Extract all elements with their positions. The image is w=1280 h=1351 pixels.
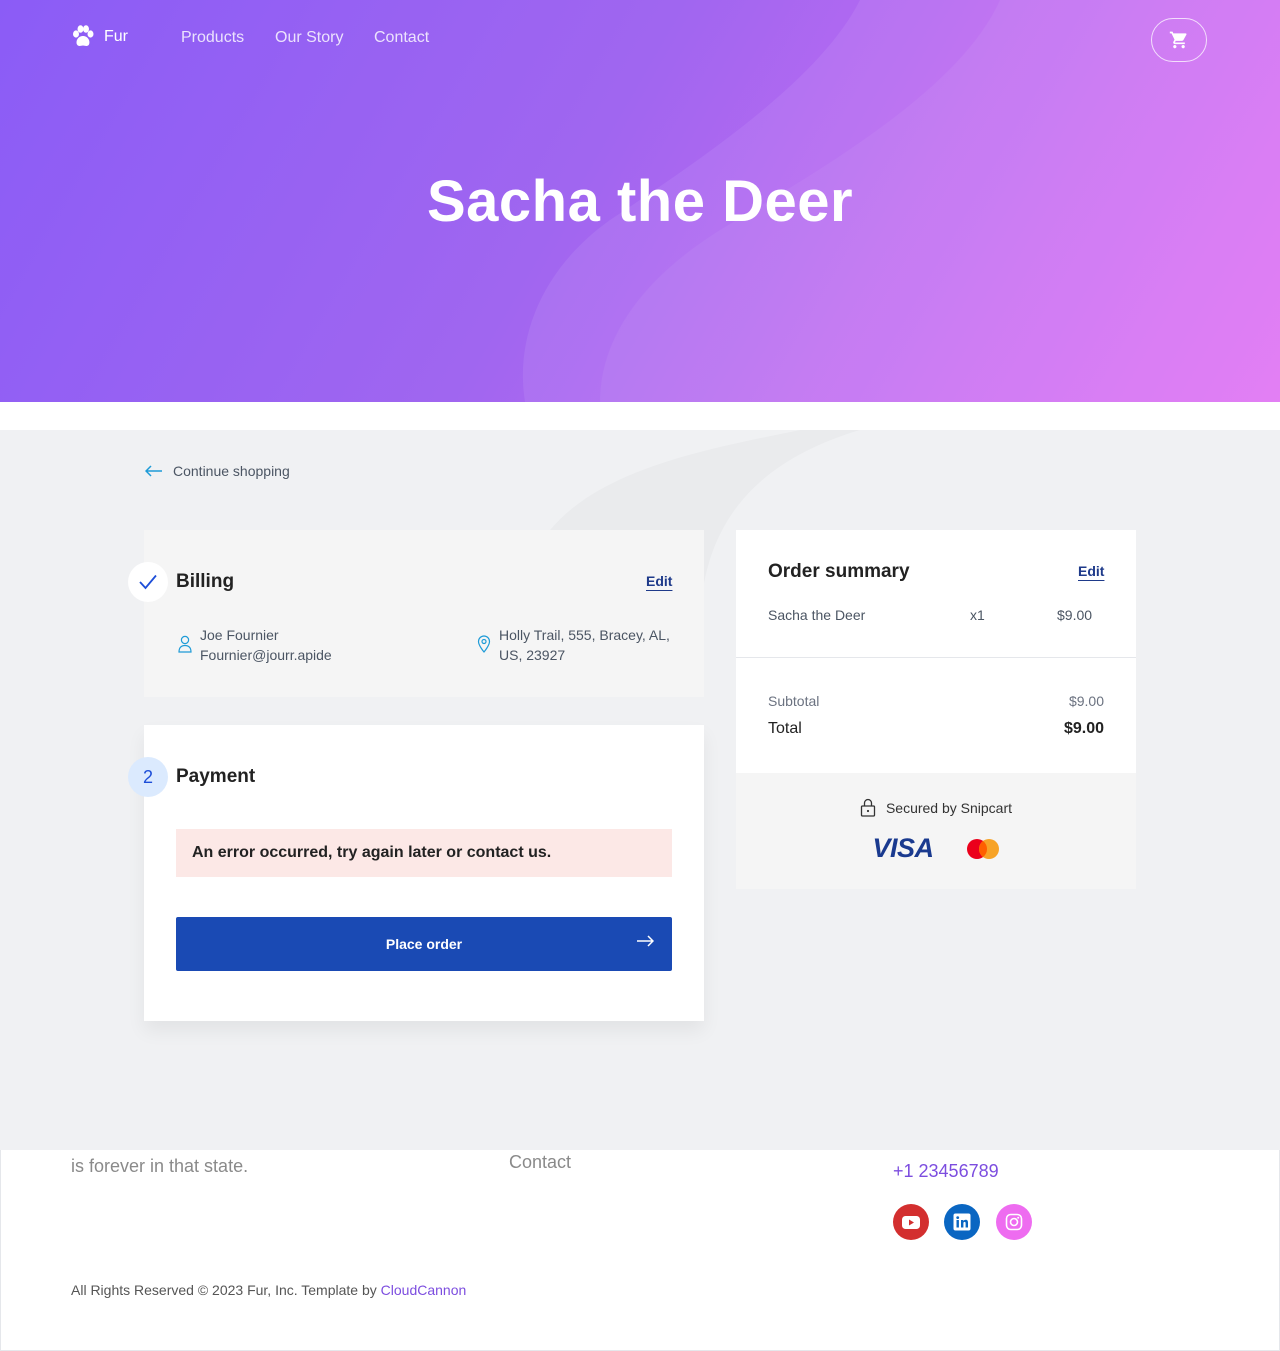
summary-edit-link[interactable]: Edit: [1078, 563, 1104, 579]
paw-icon: [73, 25, 94, 46]
total-value: $9.00: [1063, 720, 1104, 737]
brand-name: Fur: [104, 28, 128, 45]
billing-title: Billing: [176, 571, 235, 592]
billing-section: Billing Edit Joe Fournier Fournier@jourr…: [128, 530, 704, 697]
instagram-link[interactable]: [996, 1204, 1032, 1240]
billing-address: Holly Trail, 555, Bracey, AL, US, 23927: [477, 625, 670, 665]
place-order-label: Place order: [385, 936, 463, 952]
site-footer: is forever in that state. Contact +1 234…: [0, 1150, 1280, 1351]
top-nav: Fur Products Our Story Contact: [0, 0, 1280, 76]
cart-icon: [1169, 31, 1187, 49]
secured-by-label: Secured by Snipcart: [885, 799, 1013, 816]
brand-logo[interactable]: Fur: [70, 24, 128, 50]
linkedin-link[interactable]: [944, 1204, 980, 1240]
billing-email: Fournier@jourr.apide: [200, 647, 332, 663]
visa-logo: VISA: [872, 833, 934, 863]
user-icon: [178, 635, 192, 653]
cart-button[interactable]: [1151, 18, 1207, 62]
youtube-icon: [902, 1215, 920, 1229]
order-summary-title: Order summary: [768, 561, 910, 582]
secured-by-row: Secured by Snipcart: [736, 798, 1136, 817]
arrow-left-icon: [145, 465, 162, 477]
copyright-text: All Rights Reserved © 2023 Fur, Inc. Tem…: [71, 1282, 381, 1298]
billing-address-line1: Holly Trail, 555, Bracey, AL,: [499, 627, 670, 643]
summary-item-name: Sacha the Deer: [768, 607, 866, 623]
subtotal-label: Subtotal: [768, 693, 820, 709]
mastercard-logo: [966, 838, 999, 859]
summary-item-price: $9.00: [1057, 607, 1093, 623]
summary-item-qty: x1: [970, 607, 985, 623]
order-summary: Order summary Edit Sacha the Deer x1 $9.…: [736, 530, 1136, 773]
linkedin-icon: [953, 1213, 971, 1231]
page-title: Sacha the Deer: [426, 169, 854, 234]
cloudcannon-link[interactable]: CloudCannon: [381, 1282, 467, 1298]
checkmark-icon: [139, 574, 157, 590]
location-pin-icon: [477, 635, 491, 653]
billing-contact: Joe Fournier Fournier@jourr.apide: [178, 625, 332, 665]
continue-shopping-label: Continue shopping: [173, 463, 290, 479]
step-number-badge: 2: [128, 757, 168, 797]
payment-error-message: An error occurred, try again later or co…: [176, 829, 672, 877]
arrow-right-icon: [637, 935, 654, 947]
footer-tagline: is forever in that state.: [71, 1156, 249, 1176]
continue-shopping-link[interactable]: Continue shopping: [145, 463, 290, 479]
payment-section: 2 Payment An error occurred, try again l…: [128, 725, 704, 1021]
subtotal-value: $9.00: [1068, 693, 1104, 709]
instagram-icon: [1005, 1213, 1023, 1231]
nav-link-contact[interactable]: Contact: [374, 29, 429, 47]
nav-link-products[interactable]: Products: [181, 29, 244, 47]
billing-address-line2: US, 23927: [499, 647, 566, 663]
payment-card-logos: VISA: [736, 833, 1136, 864]
hero-banner: Fur Products Our Story Contact Sacha the…: [0, 0, 1280, 402]
secured-payment-info: Secured by Snipcart VISA: [736, 773, 1136, 889]
place-order-button[interactable]: Place order: [176, 917, 672, 971]
youtube-link[interactable]: [893, 1204, 929, 1240]
footer-contact-link[interactable]: Contact: [509, 1152, 571, 1173]
step-complete-badge: [128, 562, 168, 602]
copyright: All Rights Reserved © 2023 Fur, Inc. Tem…: [71, 1282, 466, 1298]
total-label: Total: [768, 720, 802, 737]
billing-name: Joe Fournier: [200, 627, 279, 643]
nav-link-our-story[interactable]: Our Story: [275, 29, 343, 47]
footer-phone[interactable]: +1 23456789: [893, 1161, 999, 1182]
summary-divider: [736, 657, 1136, 658]
checkout-panel: Continue shopping Billing Edit Joe Fourn…: [0, 430, 1280, 1150]
payment-title: Payment: [176, 766, 256, 787]
lock-icon: [860, 798, 876, 817]
billing-edit-link[interactable]: Edit: [646, 573, 672, 589]
